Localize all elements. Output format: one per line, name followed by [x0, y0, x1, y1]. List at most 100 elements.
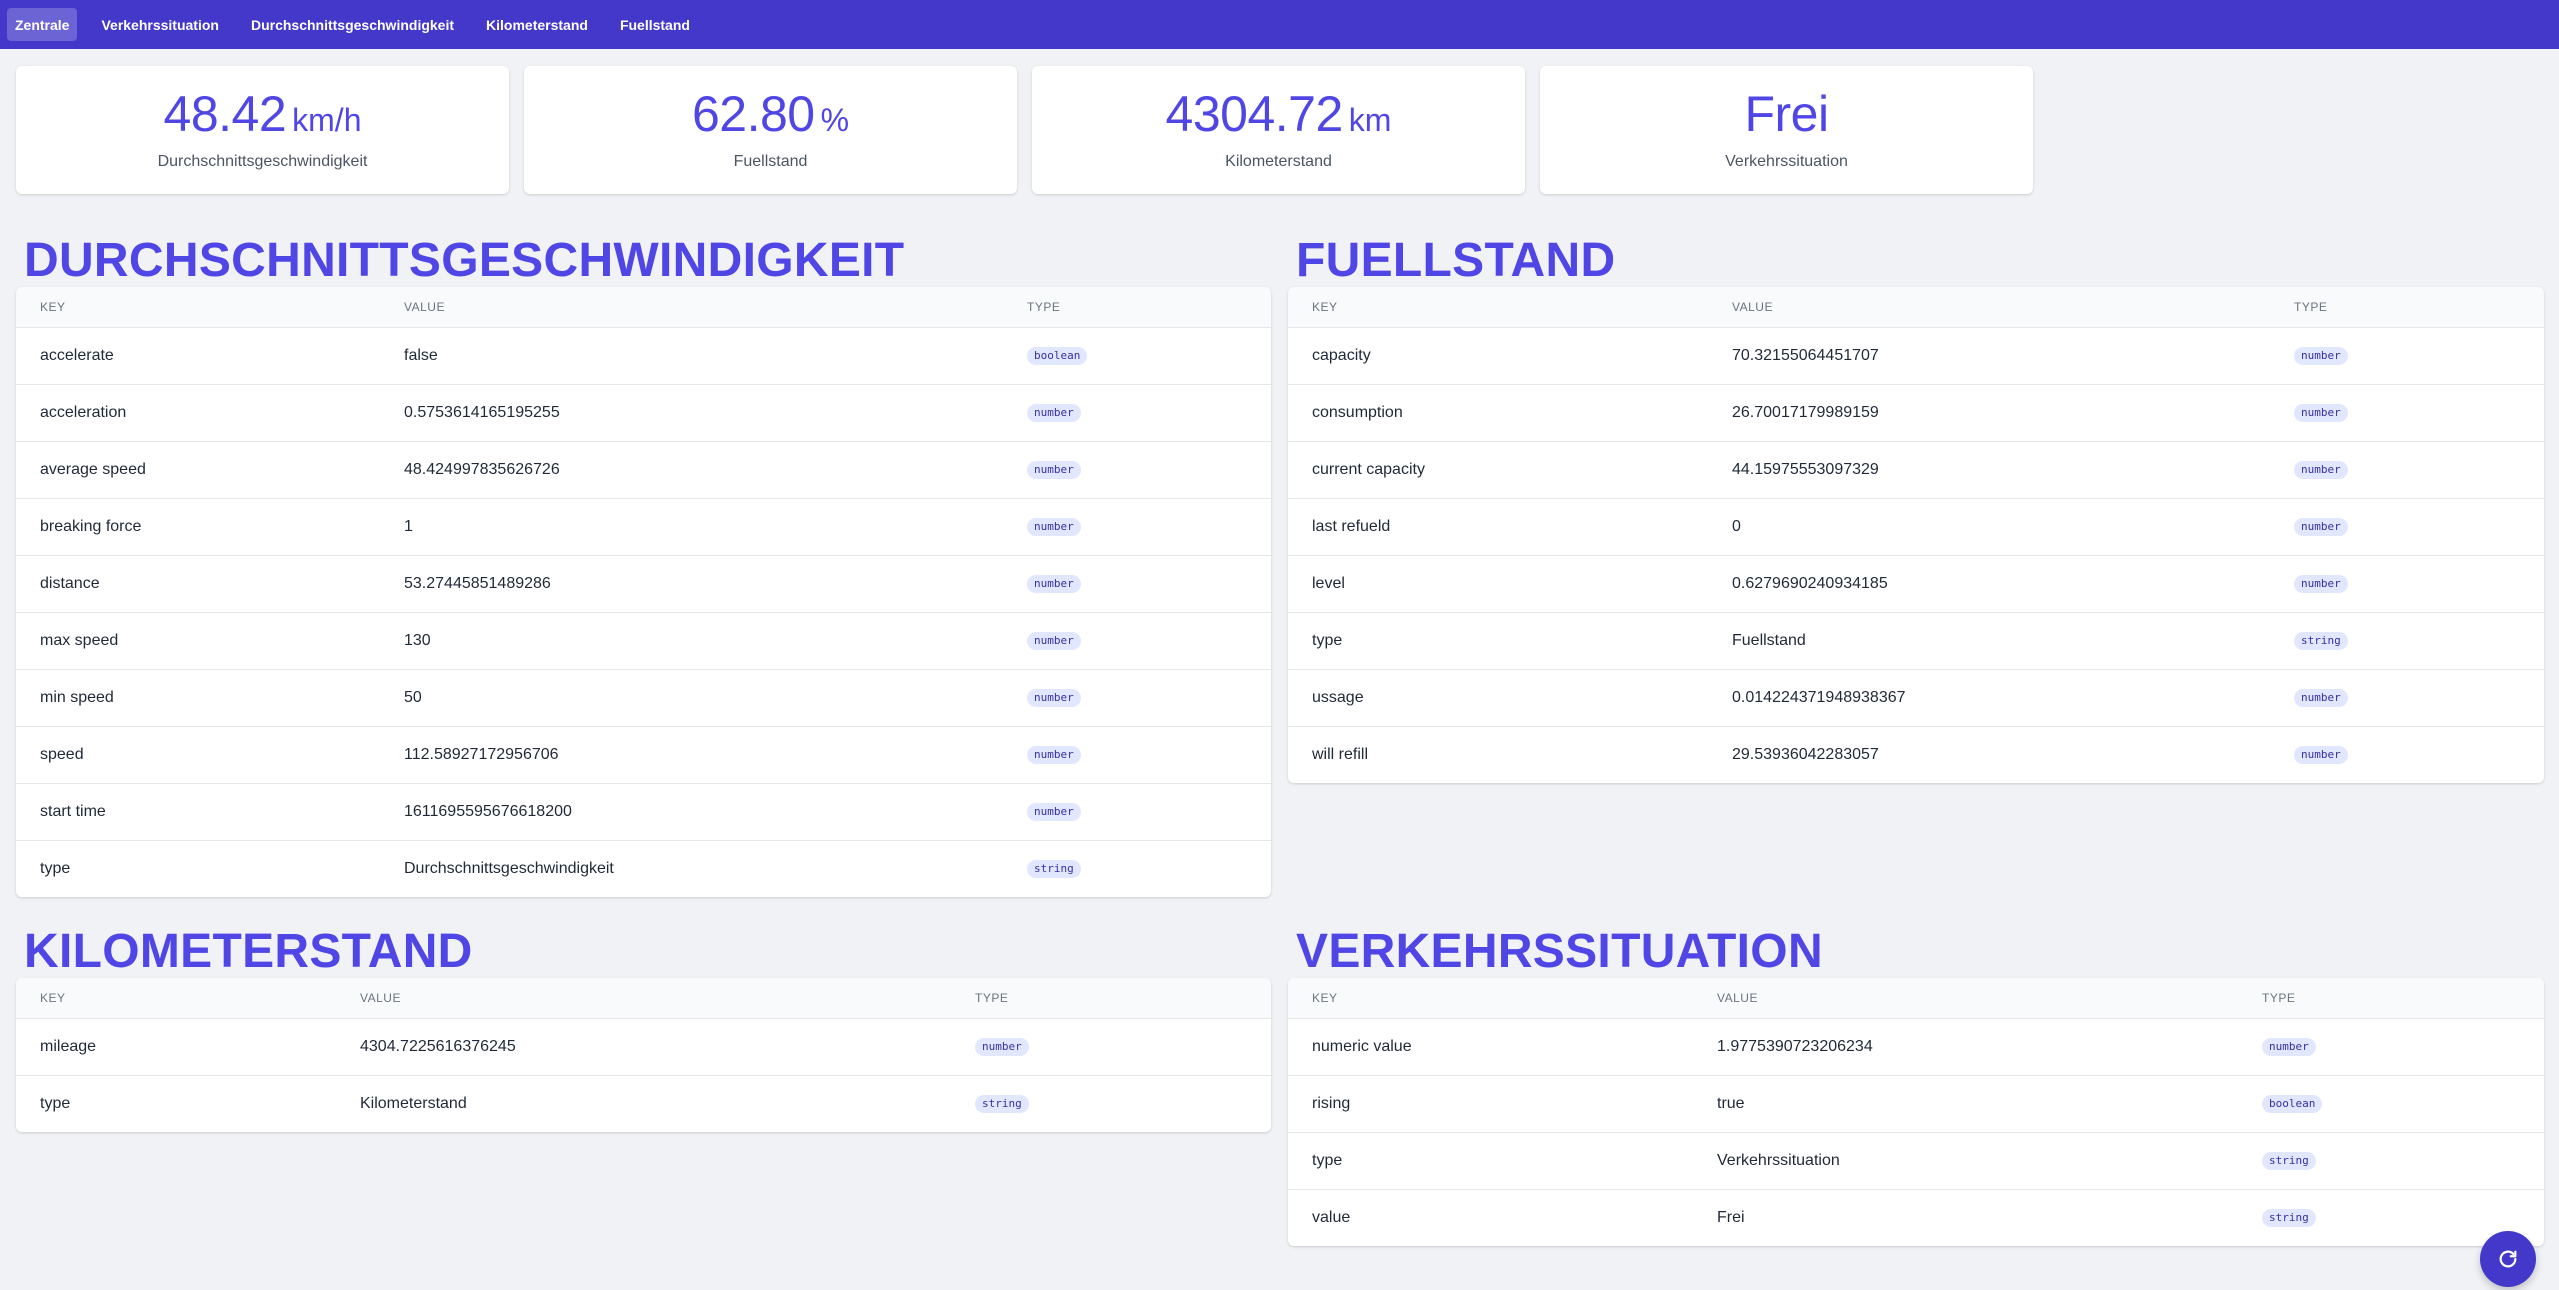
data-table-card: KEY VALUE TYPE mileage 4304.7225616376245…	[16, 978, 1271, 1132]
nav-item-kilometerstand[interactable]: Kilometerstand	[478, 8, 596, 41]
row-key: min speed	[16, 668, 380, 726]
type-badge: number	[2294, 689, 2348, 707]
row-value: 26.70017179989159	[1708, 383, 2270, 441]
section-title: Fuellstand	[1296, 234, 1616, 287]
column-header-key: KEY	[16, 287, 380, 328]
table-row: rising true boolean	[1288, 1074, 2544, 1132]
table-row: breaking force 1 number	[16, 497, 1271, 555]
row-key: accelerate	[40, 346, 114, 364]
type-badge: number	[2294, 575, 2348, 593]
stat-label: Verkehrssituation	[1725, 153, 1848, 170]
type-badge: number	[1027, 632, 1081, 650]
section-verkehrssituation: Verkehrssituation KEY VALUE TYPE numeric…	[1288, 925, 2544, 1246]
data-table-card: KEY VALUE TYPE accelerate false boolean acc…	[16, 287, 1271, 897]
type-badge: number	[1027, 461, 1081, 479]
type-badge: number	[1027, 575, 1081, 593]
column-header-value: VALUE	[1693, 978, 2238, 1019]
stat-value-line: 48.42 km/h	[164, 89, 362, 139]
table-row: consumption 26.70017179989159 number	[1288, 383, 2544, 441]
section-durchschnittsgeschwindigkeit: Durchschnittsgeschwindigkeit KEY VALUE T…	[16, 234, 1271, 897]
row-type: number	[1003, 554, 1271, 612]
type-badge: number	[2294, 746, 2348, 765]
type-badge: string	[2262, 1209, 2316, 1228]
data-table-card: KEY VALUE TYPE capacity 70.32155064451707…	[1288, 287, 2544, 783]
row-value: 29.53936042283057	[1708, 725, 2270, 783]
row-type: number	[1003, 725, 1271, 783]
row-key: type	[1288, 1131, 1693, 1189]
type-badge: number	[2294, 518, 2348, 536]
type-badge: number	[2294, 461, 2348, 479]
stat-card-traffic: Frei Verkehrssituation	[1540, 66, 2033, 194]
row-key: type	[1288, 611, 1708, 669]
row-key: level	[1288, 554, 1708, 612]
table-header-row: KEY VALUE TYPE	[16, 978, 1271, 1019]
row-type: number	[1003, 611, 1271, 669]
stat-label: Fuellstand	[733, 153, 808, 170]
type-badge: number	[1027, 404, 1081, 422]
stat-cards: 48.42 km/h Durchschnittsgeschwindigkeit …	[16, 66, 2048, 194]
type-badge: string	[2262, 1152, 2316, 1170]
table-row: start time 1611695595676618200 number	[16, 782, 1271, 840]
nav-item-zentrale[interactable]: Zentrale	[7, 8, 78, 41]
type-badge: number	[2262, 1038, 2316, 1056]
refresh-button[interactable]	[2480, 1231, 2536, 1287]
row-value: false	[404, 346, 438, 364]
row-type: number	[2270, 327, 2544, 384]
row-value: 0.5753614165195255	[380, 383, 1003, 441]
table-row: min speed 50 number	[16, 668, 1271, 726]
row-key: mileage	[40, 1037, 97, 1055]
row-value: 53.27445851489286	[380, 554, 1003, 612]
row-type: string	[2238, 1131, 2544, 1189]
row-key: numeric value	[1312, 1037, 1412, 1055]
section-title: Kilometerstand	[24, 925, 473, 978]
type-badge: string	[2294, 632, 2348, 650]
table-row: max speed 130 number	[16, 611, 1271, 669]
column-header-value: VALUE	[336, 978, 951, 1019]
row-key: current capacity	[1288, 440, 1708, 498]
nav-item-durchschnittsgeschwindigkeit[interactable]: Durchschnittsgeschwindigkeit	[243, 8, 462, 41]
row-key: average speed	[16, 440, 380, 498]
row-type: number	[2270, 668, 2544, 726]
section-fuellstand: Fuellstand KEY VALUE TYPE capacity 70.321…	[1288, 234, 2544, 783]
stat-value: 4304.72	[1165, 86, 1344, 142]
row-value: 1.9775390723206234	[1717, 1037, 1873, 1055]
row-value: 1	[380, 497, 1003, 555]
row-value: 0.6279690240934185	[1708, 554, 2270, 612]
stat-card-speed: 48.42 km/h Durchschnittsgeschwindigkeit	[16, 66, 509, 194]
row-type: number	[1003, 440, 1271, 498]
section-title: Verkehrssituation	[1296, 925, 1823, 978]
row-type: boolean	[1003, 327, 1271, 384]
nav-item-verkehrssituation[interactable]: Verkehrssituation	[93, 8, 227, 41]
row-key: type	[16, 839, 380, 897]
section-title: Durchschnittsgeschwindigkeit	[24, 234, 905, 287]
stat-value: Frei	[1744, 86, 1829, 142]
type-badge: number	[2294, 347, 2348, 365]
type-badge: number	[1027, 689, 1081, 707]
column-header-value: VALUE	[380, 287, 1003, 328]
row-value: 70.32155064451707	[1732, 346, 1879, 364]
table-row: will refill 29.53936042283057 number	[1288, 725, 2544, 783]
row-value: 0	[1708, 497, 2270, 555]
column-header-type: TYPE	[2238, 978, 2544, 1019]
table-header-row: KEY VALUE TYPE	[1288, 978, 2544, 1019]
table-row: capacity 70.32155064451707 number	[1288, 327, 2544, 384]
row-type: number	[951, 1018, 1271, 1075]
type-badge: number	[1027, 518, 1081, 536]
row-value: 0.014224371948938367	[1708, 668, 2270, 726]
data-table: KEY VALUE TYPE numeric value 1.9775390723…	[1288, 978, 2544, 1246]
row-value: 4304.7225616376245	[360, 1037, 516, 1055]
column-header-value: VALUE	[1708, 287, 2270, 328]
row-type: number	[1003, 782, 1271, 840]
table-row: type Kilometerstand string	[16, 1074, 1271, 1132]
data-table-card: KEY VALUE TYPE numeric value 1.9775390723…	[1288, 978, 2544, 1246]
table-row: distance 53.27445851489286 number	[16, 554, 1271, 612]
row-type: number	[2270, 440, 2544, 498]
row-value: Verkehrssituation	[1693, 1131, 2238, 1189]
table-row: type Durchschnittsgeschwindigkeit string	[16, 839, 1271, 897]
column-header-key: KEY	[1288, 978, 1693, 1019]
data-table: KEY VALUE TYPE mileage 4304.7225616376245…	[16, 978, 1271, 1132]
nav-item-fuellstand[interactable]: Fuellstand	[612, 8, 698, 41]
stat-card-mileage: 4304.72 km Kilometerstand	[1032, 66, 1525, 194]
row-value: Fuellstand	[1708, 611, 2270, 669]
type-badge: number	[1027, 746, 1081, 764]
